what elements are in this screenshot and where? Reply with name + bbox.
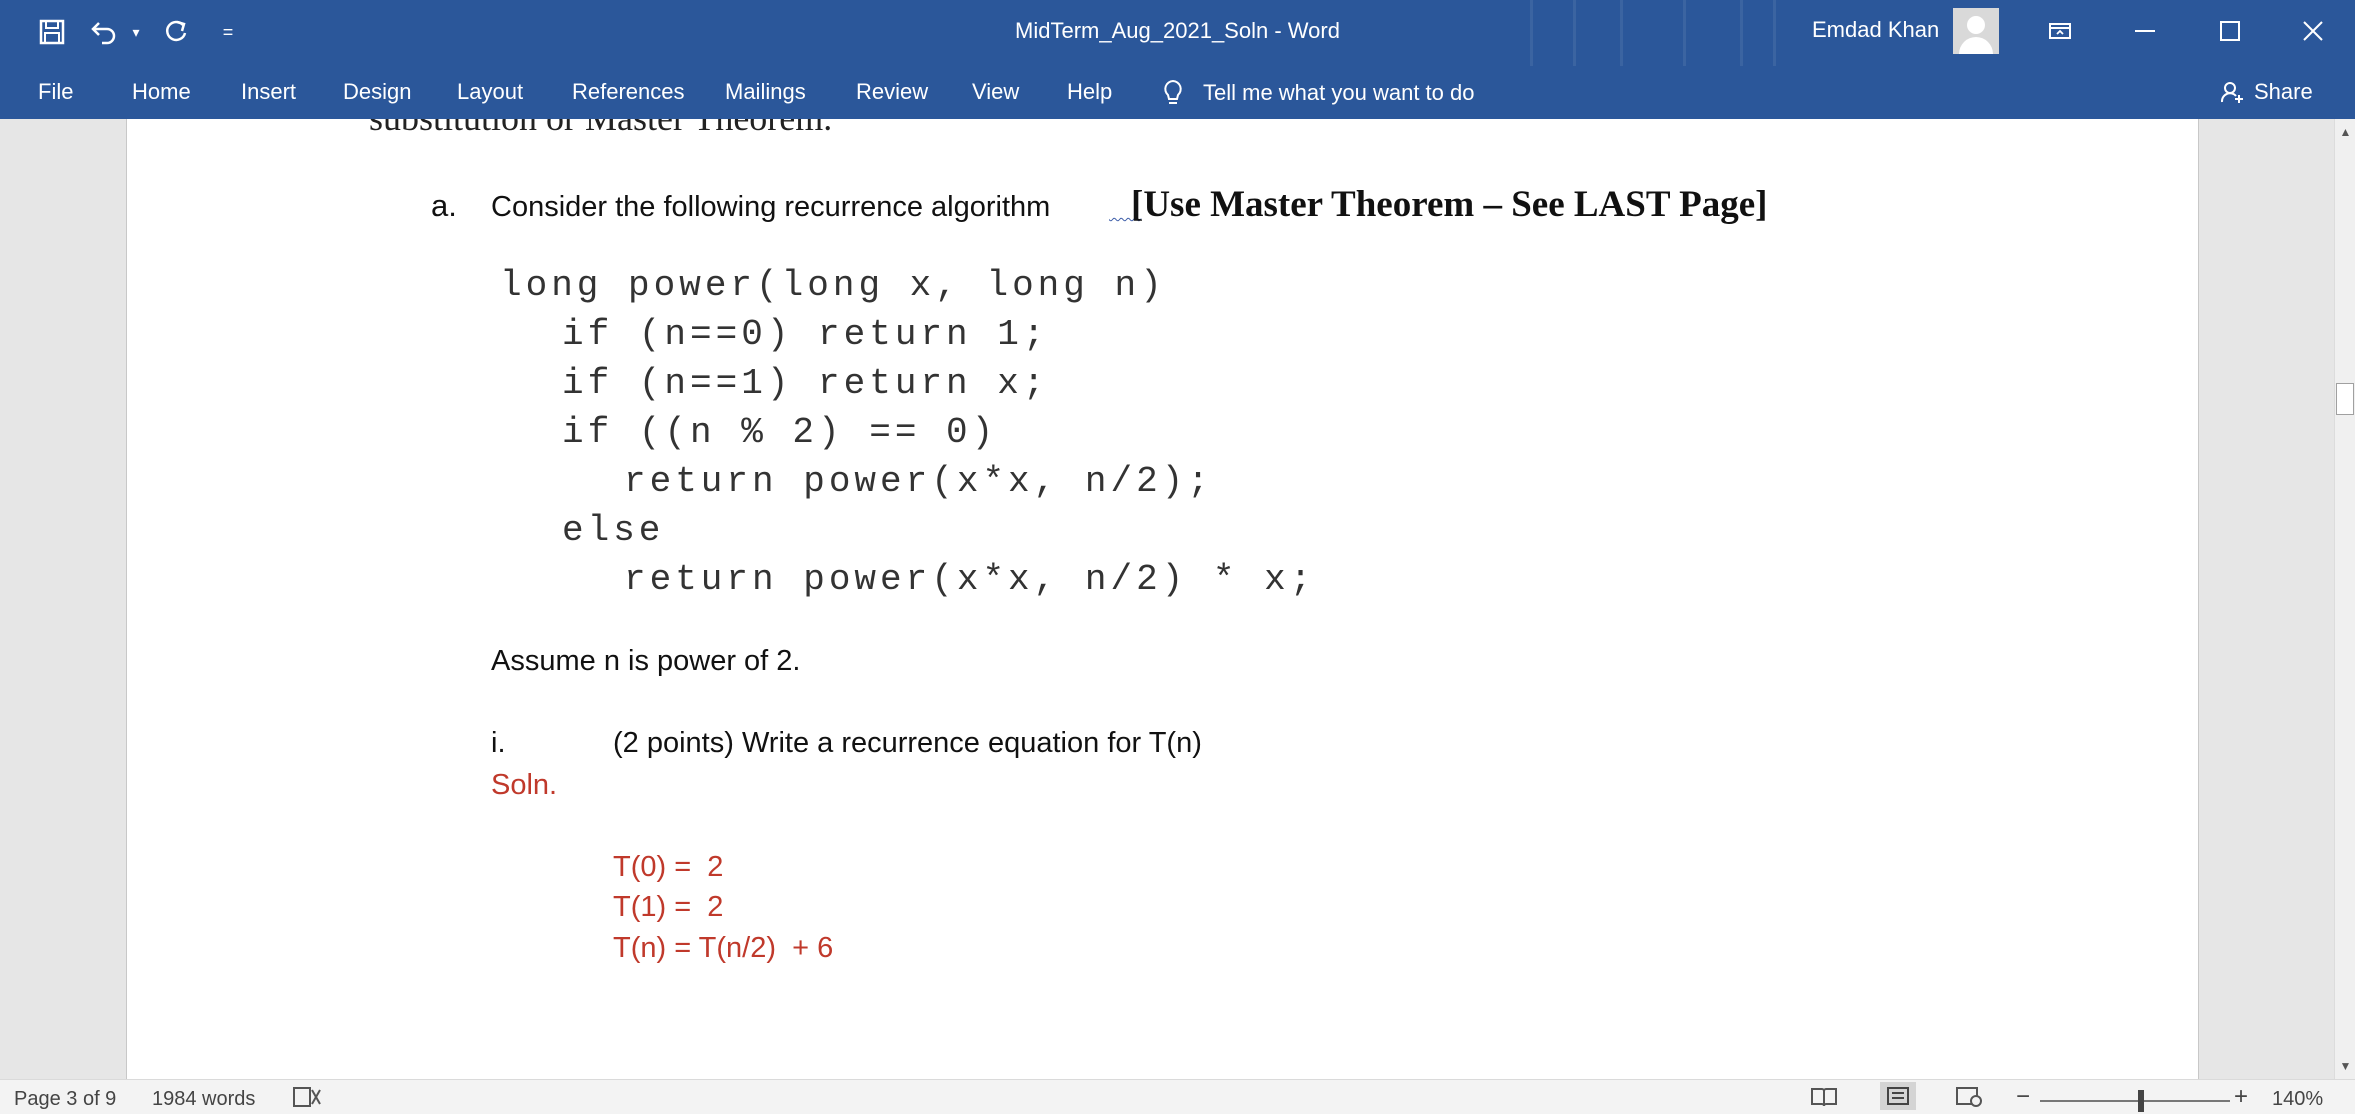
ribbon-tabs: File Home Insert Design Layout Reference… <box>0 66 2355 119</box>
web-layout-icon[interactable] <box>1955 1086 1983 1114</box>
page-indicator[interactable]: Page 3 of 9 <box>14 1088 116 1111</box>
sub-item-text: (2 points) Write a recurrence equation f… <box>613 727 1202 759</box>
avatar[interactable] <box>1953 8 1999 54</box>
minimize-icon[interactable] <box>2115 6 2175 56</box>
zoom-slider[interactable] <box>2040 1100 2230 1102</box>
item-bold-note: [Use Master Theorem – See LAST Page] <box>1131 184 1768 225</box>
tab-layout[interactable]: Layout <box>457 79 523 105</box>
share-button[interactable]: Share <box>2220 79 2313 105</box>
tab-help[interactable]: Help <box>1067 79 1112 105</box>
equation-line: T(0) = 2 <box>613 851 724 883</box>
person-icon <box>2220 82 2243 103</box>
lightbulb-icon <box>1164 79 1182 104</box>
tab-home[interactable]: Home <box>132 79 191 105</box>
read-mode-icon[interactable] <box>1810 1086 1838 1114</box>
tab-mailings[interactable]: Mailings <box>725 79 806 105</box>
tab-references[interactable]: References <box>572 79 685 105</box>
sub-item-marker: i. <box>491 727 506 759</box>
document-area[interactable]: substitution or Master Theorem. a. Consi… <box>0 119 2334 1079</box>
partial-top-line: substitution or Master Theorem. <box>369 119 832 139</box>
tab-file[interactable]: File <box>38 79 73 105</box>
zoom-slider-thumb[interactable] <box>2138 1090 2144 1112</box>
solution-label: Soln. <box>491 769 558 801</box>
ribbon-display-options-icon[interactable] <box>2030 6 2090 56</box>
code-line: return power(x*x, n/2); <box>624 461 1213 502</box>
item-text: Consider the following recurrence algori… <box>491 191 1051 223</box>
status-bar: Page 3 of 9 1984 words − + 140% <box>0 1079 2355 1114</box>
word-count[interactable]: 1984 words <box>152 1088 255 1111</box>
tell-me-search[interactable]: Tell me what you want to do <box>1163 79 1474 107</box>
tell-me-label: Tell me what you want to do <box>1203 80 1475 105</box>
code-line: if (n==0) return 1; <box>562 314 1049 355</box>
tab-insert[interactable]: Insert <box>241 79 296 105</box>
tab-view[interactable]: View <box>972 79 1019 105</box>
code-line: long power(long x, long n) <box>500 265 1166 306</box>
scroll-up-icon[interactable]: ▲ <box>2337 123 2354 140</box>
code-line: else <box>562 510 665 551</box>
proofing-icon[interactable] <box>292 1086 322 1114</box>
equation-line: T(n) = T(n/2) + 6 <box>613 932 834 964</box>
document-title: MidTerm_Aug_2021_Soln - Word <box>1015 18 1340 43</box>
close-icon[interactable] <box>2283 6 2343 56</box>
scrollbar-thumb[interactable] <box>2336 383 2354 415</box>
code-line: if ((n % 2) == 0) <box>562 412 998 453</box>
tab-design[interactable]: Design <box>343 79 411 105</box>
zoom-level[interactable]: 140% <box>2272 1088 2323 1111</box>
user-name[interactable]: Emdad Khan <box>1812 17 1939 43</box>
code-line: if (n==1) return x; <box>562 363 1049 404</box>
code-line: return power(x*x, n/2) * x; <box>624 559 1316 600</box>
print-layout-icon[interactable] <box>1880 1082 1916 1110</box>
scroll-down-icon[interactable]: ▼ <box>2337 1057 2354 1074</box>
equation-line: T(1) = 2 <box>613 891 724 923</box>
assumption-text: Assume n is power of 2. <box>491 645 801 677</box>
vertical-scrollbar[interactable]: ▲ ▼ <box>2334 119 2355 1079</box>
maximize-icon[interactable] <box>2200 6 2260 56</box>
zoom-in-button[interactable]: + <box>2234 1083 2248 1111</box>
title-bar: ▾ = MidTerm_Aug_2021_Soln - Word Emdad K… <box>0 0 2355 66</box>
tab-review[interactable]: Review <box>856 79 928 105</box>
document-page[interactable]: substitution or Master Theorem. a. Consi… <box>126 119 2199 1079</box>
zoom-out-button[interactable]: − <box>2016 1083 2030 1111</box>
share-label: Share <box>2254 79 2313 104</box>
item-marker: a. <box>431 188 457 223</box>
